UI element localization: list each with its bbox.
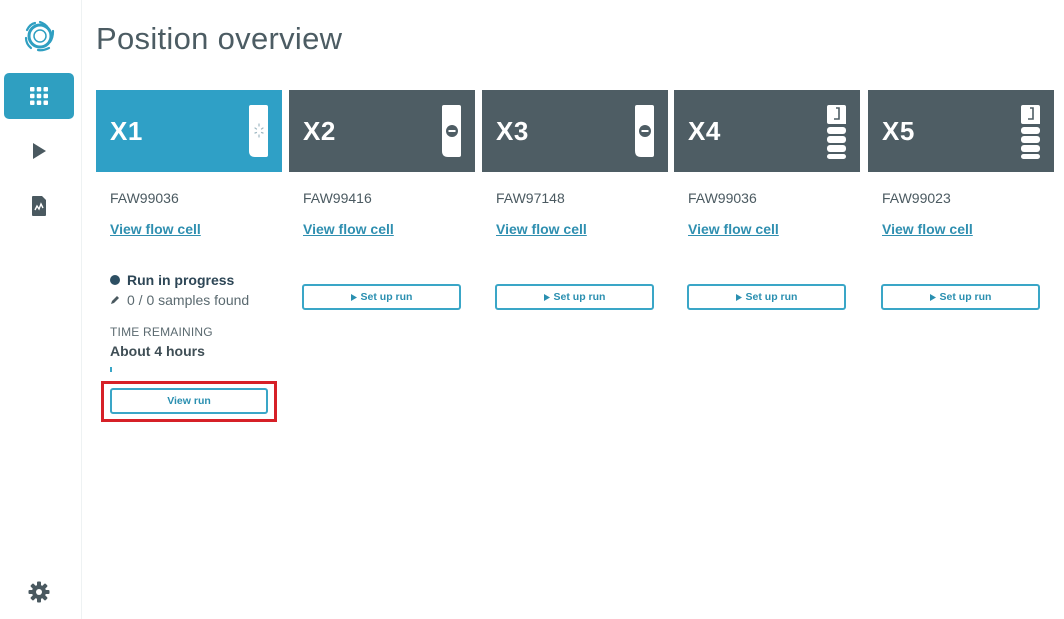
run-status: Run in progress	[110, 272, 234, 288]
run-progress-fill	[110, 367, 112, 372]
samples-text: 0 / 0 samples found	[127, 292, 250, 308]
flow-cell-id: FAW99416	[303, 190, 372, 206]
view-flow-cell-link[interactable]: View flow cell	[496, 221, 587, 237]
view-flow-cell-link[interactable]: View flow cell	[882, 221, 973, 237]
time-remaining-label: TIME REMAINING	[110, 325, 213, 339]
samples-found: 0 / 0 samples found	[110, 292, 249, 308]
flow-cell-id: FAW99023	[882, 190, 951, 206]
set-up-run-button[interactable]: Set up run	[495, 284, 654, 310]
sidebar	[0, 0, 82, 619]
position-label: X1	[110, 116, 143, 146]
position-header-x2[interactable]: X2	[289, 90, 475, 172]
flow-cell-id: FAW97148	[496, 190, 565, 206]
flow-cell-id: FAW99036	[688, 190, 757, 206]
position-label: X2	[303, 116, 336, 146]
set-up-run-button[interactable]: Set up run	[687, 284, 846, 310]
position-label: X3	[496, 116, 529, 146]
flow-cell-empty-icon	[442, 105, 461, 157]
position-header-x1[interactable]: X1	[96, 90, 282, 172]
run-status-text: Run in progress	[127, 272, 235, 288]
set-up-run-label: Set up run	[939, 291, 992, 303]
position-card-x5: X5 FAW99023 View flow cell Set up run	[868, 90, 1054, 310]
flow-cell-stack-icon	[827, 105, 846, 159]
page-title: Position overview	[96, 21, 343, 56]
position-card-x4: X4 FAW99036 View flow cell Set up run	[674, 90, 860, 310]
flow-cell-id: FAW99036	[110, 190, 179, 206]
play-icon	[929, 293, 936, 301]
set-up-run-label: Set up run	[360, 291, 413, 303]
swirl-logo-icon	[24, 20, 55, 52]
position-header-x3[interactable]: X3	[482, 90, 668, 172]
position-header-x4[interactable]: X4	[674, 90, 860, 172]
view-flow-cell-link[interactable]: View flow cell	[110, 221, 201, 237]
position-label: X5	[882, 116, 915, 146]
time-remaining-value: About 4 hours	[110, 343, 205, 359]
position-card-x3: X3 FAW97148 View flow cell Set up run	[482, 90, 668, 310]
play-icon	[33, 143, 46, 159]
view-flow-cell-link[interactable]: View flow cell	[303, 221, 394, 237]
set-up-run-button[interactable]: Set up run	[881, 284, 1040, 310]
status-dot-icon	[110, 275, 120, 285]
set-up-run-label: Set up run	[553, 291, 606, 303]
flow-cell-empty-icon	[635, 105, 654, 157]
view-flow-cell-link[interactable]: View flow cell	[688, 221, 779, 237]
nav-start-button[interactable]	[4, 128, 74, 174]
run-progress-bar	[110, 367, 268, 372]
set-up-run-button[interactable]: Set up run	[302, 284, 461, 310]
flow-cell-stack-icon	[1021, 105, 1040, 159]
nav-positions-button[interactable]	[4, 73, 74, 119]
view-run-button[interactable]: View run	[110, 388, 268, 414]
position-card-x1: X1 FAW99036 View flow cell Run in progre…	[96, 90, 282, 414]
position-label: X4	[688, 116, 721, 146]
report-icon	[32, 196, 46, 216]
play-icon	[735, 293, 742, 301]
play-icon	[350, 293, 357, 301]
gear-icon	[28, 581, 50, 603]
set-up-run-label: Set up run	[745, 291, 798, 303]
flow-cell-loading-icon	[249, 105, 268, 157]
position-header-x5[interactable]: X5	[868, 90, 1054, 172]
nav-reports-button[interactable]	[4, 183, 74, 229]
position-card-x2: X2 FAW99416 View flow cell Set up run	[289, 90, 475, 310]
play-icon	[543, 293, 550, 301]
pencil-icon	[111, 296, 119, 304]
grid-icon	[30, 87, 48, 105]
nav-settings-button[interactable]	[4, 569, 74, 615]
